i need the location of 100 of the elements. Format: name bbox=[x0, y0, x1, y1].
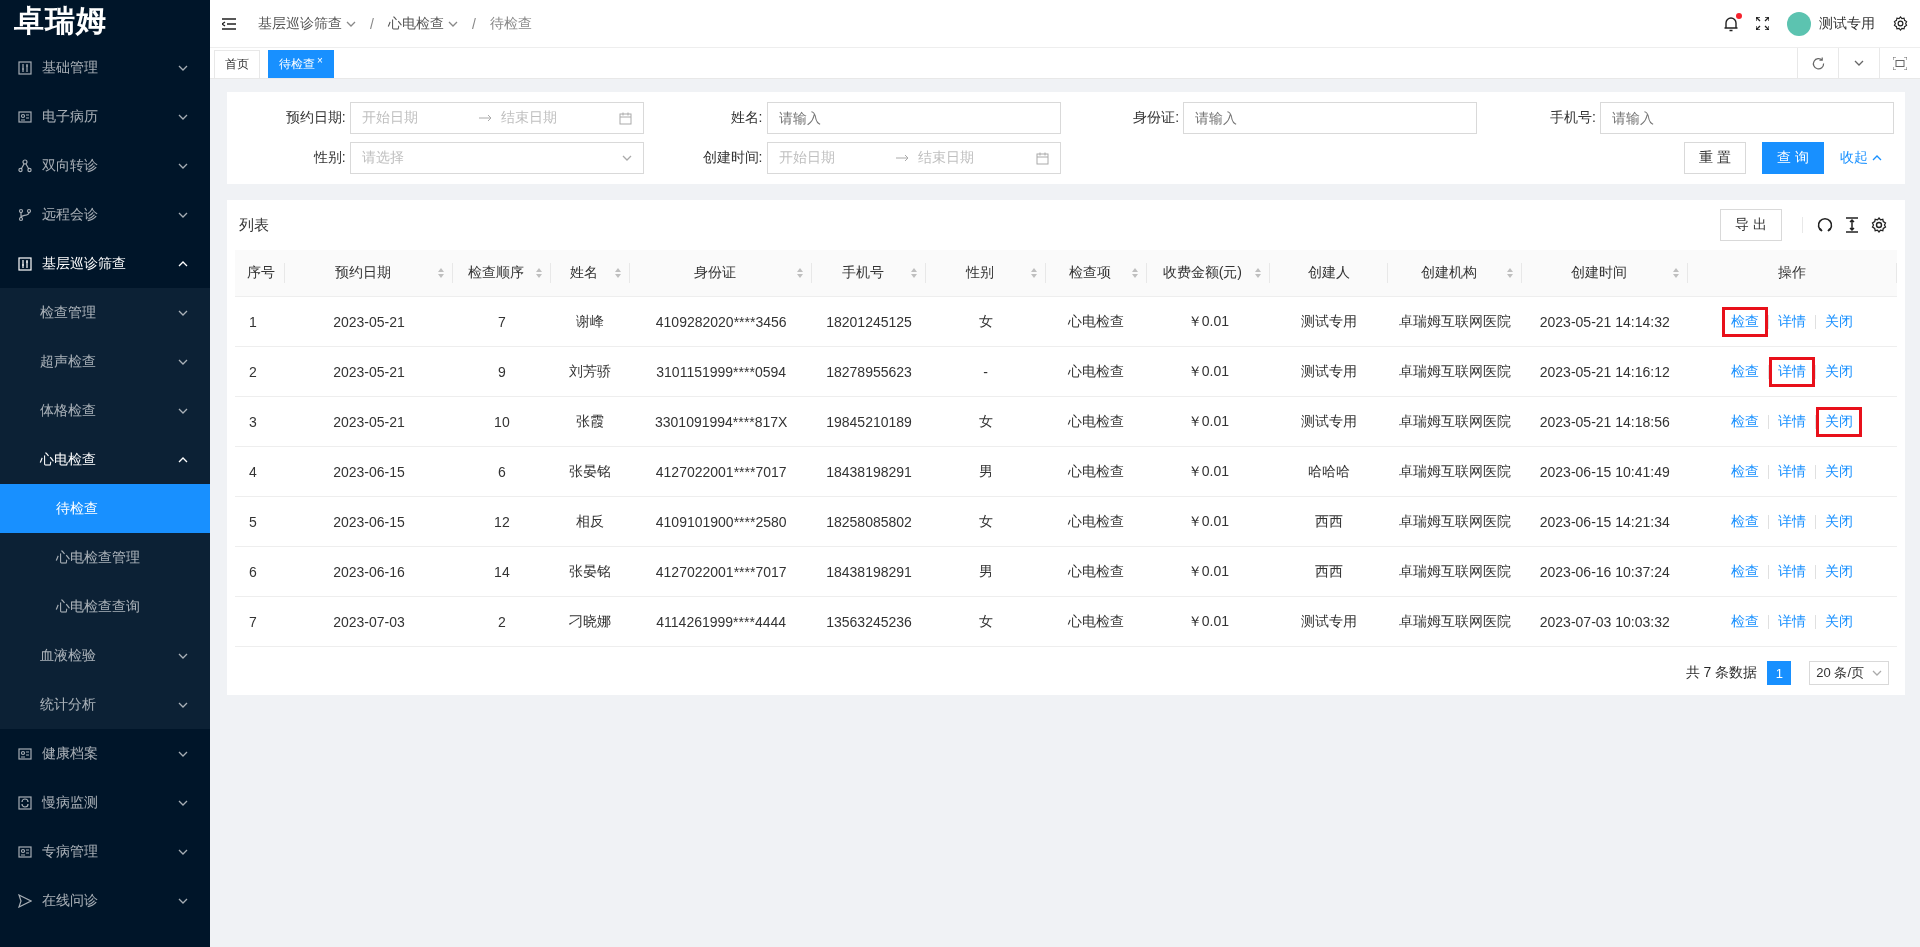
sidebar-item[interactable]: 血液检验 bbox=[0, 631, 210, 680]
breadcrumb-item[interactable]: 心电检查 bbox=[387, 14, 458, 33]
table-cell: 测试专用 bbox=[1269, 397, 1388, 447]
sidebar-item[interactable]: 体格检查 bbox=[0, 386, 210, 435]
column-header[interactable]: 创建时间 bbox=[1521, 250, 1688, 297]
sidebar-item[interactable]: 专病管理 bbox=[0, 827, 210, 876]
table-cell: 心电检查 bbox=[1045, 597, 1147, 647]
total-count: 共 7 条数据 bbox=[1685, 664, 1758, 682]
sidebar-item[interactable]: 远程会诊 bbox=[0, 190, 210, 239]
sidebar-item[interactable]: 心电检查管理 bbox=[0, 533, 210, 582]
settings-icon[interactable] bbox=[1871, 217, 1887, 233]
id-card-icon bbox=[18, 747, 32, 760]
table-cell: 2 bbox=[453, 597, 551, 647]
column-header[interactable]: 收费金额(元) bbox=[1146, 250, 1270, 297]
table-cell: 刘芳骄 bbox=[550, 347, 630, 397]
table-cell: 卓瑞姆互联网医院 bbox=[1387, 347, 1522, 397]
column-header[interactable]: 性别 bbox=[925, 250, 1046, 297]
tab[interactable]: 首页 bbox=[214, 50, 260, 78]
sidebar-item[interactable]: 心电检查查询 bbox=[0, 582, 210, 631]
maximize-icon[interactable] bbox=[1893, 56, 1907, 70]
menu-icon[interactable] bbox=[222, 17, 236, 30]
table-cell: 4127022001****7017 bbox=[629, 547, 813, 597]
logo: 卓瑞姆 bbox=[13, 3, 108, 39]
breadcrumb-separator: / bbox=[370, 15, 374, 32]
column-header[interactable]: 姓名 bbox=[550, 250, 630, 297]
sidebar-item[interactable]: 慢病监测 bbox=[0, 778, 210, 827]
breadcrumb-item[interactable]: 基层巡诊筛查 bbox=[258, 14, 356, 33]
table-cell: ￥0.01 bbox=[1146, 497, 1270, 547]
breadcrumb-item[interactable]: 待检查 bbox=[489, 14, 532, 33]
table-cell: 19845210189 bbox=[812, 397, 926, 447]
table-cell: 测试专用 bbox=[1269, 597, 1388, 647]
input-field[interactable]: 请输入 bbox=[766, 102, 1061, 134]
table-cell: 2023-05-21 14:18:56 bbox=[1521, 397, 1688, 447]
sort-icon bbox=[1253, 267, 1262, 279]
table-cell: 卓瑞姆互联网医院 bbox=[1387, 497, 1522, 547]
sidebar-item[interactable]: 超声检查 bbox=[0, 337, 210, 386]
field-label: 预约日期: bbox=[285, 109, 346, 127]
input-field[interactable]: 请输入 bbox=[1600, 102, 1894, 134]
column-header[interactable]: 手机号 bbox=[812, 250, 926, 297]
fullscreen-icon[interactable] bbox=[1756, 17, 1769, 30]
table-cell: 卓瑞姆互联网医院 bbox=[1387, 297, 1522, 347]
bell-icon[interactable] bbox=[1724, 15, 1738, 32]
sidebar-item[interactable]: 心电检查 bbox=[0, 435, 210, 484]
reset-button[interactable]: 重 置 bbox=[1684, 142, 1747, 174]
table-cell: 2023-07-03 10:03:32 bbox=[1521, 597, 1688, 647]
field-label: 性别: bbox=[313, 149, 346, 167]
table-cell: 14 bbox=[453, 547, 551, 597]
sidebar-item[interactable]: 健康档案 bbox=[0, 729, 210, 778]
sidebar-item[interactable]: 双向转诊 bbox=[0, 141, 210, 190]
sidebar-item[interactable]: 电子病历 bbox=[0, 92, 210, 141]
field-label: 手机号: bbox=[1550, 109, 1596, 127]
table-cell: 男 bbox=[925, 447, 1046, 497]
table-cell: 4109282020****3456 bbox=[629, 297, 813, 347]
table-cell: 谢峰 bbox=[550, 297, 630, 347]
calendar-icon bbox=[1035, 151, 1049, 165]
column-header: 创建人 bbox=[1269, 250, 1388, 297]
table-cell: 2023-06-15 bbox=[284, 497, 454, 547]
user-name[interactable]: 测试专用 bbox=[1819, 14, 1875, 33]
table-cell: 2023-06-15 bbox=[284, 447, 454, 497]
sidebar-item[interactable]: 基础管理 bbox=[0, 43, 210, 92]
table-cell: 9 bbox=[453, 347, 551, 397]
table-cell: 4127022001****7017 bbox=[629, 447, 813, 497]
table-cell: 6 bbox=[453, 447, 551, 497]
table-cell: ￥0.01 bbox=[1146, 347, 1270, 397]
sort-icon bbox=[1130, 267, 1139, 279]
sort-icon bbox=[796, 267, 805, 279]
table-cell: 女 bbox=[925, 397, 1046, 447]
column-header[interactable]: 身份证 bbox=[629, 250, 813, 297]
table-cell: 哈哈哈 bbox=[1269, 447, 1388, 497]
field-label: 身份证: bbox=[1133, 109, 1180, 127]
table-cell: 心电检查 bbox=[1045, 397, 1147, 447]
input-field[interactable]: 请输入 bbox=[1183, 102, 1478, 134]
table-cell: 12 bbox=[453, 497, 551, 547]
table-cell: 测试专用 bbox=[1269, 347, 1388, 397]
sort-icon bbox=[437, 267, 446, 279]
table-cell: ￥0.01 bbox=[1146, 297, 1270, 347]
table-cell: 刁晓娜 bbox=[550, 597, 630, 647]
table-cell: 2023-05-21 bbox=[284, 397, 454, 447]
export-button[interactable]: 导 出 bbox=[1720, 209, 1782, 241]
chevron-down-icon bbox=[1854, 58, 1864, 68]
page-size-select[interactable]: 20 条/页 bbox=[1809, 661, 1889, 685]
column-header[interactable]: 检查项 bbox=[1045, 250, 1147, 297]
column-header[interactable]: 检查顺序 bbox=[453, 250, 551, 297]
sidebar-item[interactable]: 统计分析 bbox=[0, 680, 210, 729]
sidebar-item[interactable]: 在线问诊 bbox=[0, 876, 210, 925]
table-cell: 18201245125 bbox=[812, 297, 926, 347]
table-cell: 心电检查 bbox=[1045, 297, 1147, 347]
sidebar-item[interactable]: 基层巡诊筛查 bbox=[0, 239, 210, 288]
table-cell: 西西 bbox=[1269, 497, 1388, 547]
column-header: 操作 bbox=[1687, 250, 1897, 297]
table-cell: 6 bbox=[235, 547, 285, 597]
column-header[interactable]: 创建机构 bbox=[1387, 250, 1522, 297]
column-header[interactable]: 预约日期 bbox=[284, 250, 454, 297]
column-height-icon[interactable] bbox=[1845, 217, 1859, 233]
table-cell: 2023-05-21 14:14:32 bbox=[1521, 297, 1688, 347]
sidebar-item[interactable]: 检查管理 bbox=[0, 288, 210, 337]
refresh-icon[interactable] bbox=[1817, 217, 1833, 233]
settings-icon[interactable] bbox=[1893, 16, 1908, 31]
breadcrumb-separator: / bbox=[471, 15, 476, 32]
table-cell: 2023-05-21 14:16:12 bbox=[1521, 347, 1688, 397]
